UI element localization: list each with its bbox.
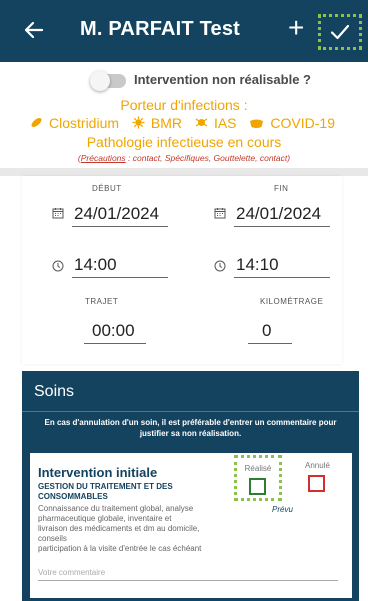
prevu-label: Prévu	[272, 505, 293, 514]
fin-time-underline	[234, 277, 330, 278]
soin-description: Connaissance du traitement global, analy…	[38, 504, 238, 554]
trajet-underline	[84, 343, 146, 344]
debut-date-input[interactable]: 24/01/2024	[74, 204, 159, 224]
fin-time-input[interactable]: 14:10	[236, 255, 279, 275]
germ-icon	[195, 118, 208, 127]
precautions-link[interactable]: Précautions	[81, 153, 126, 163]
infection-list: Clostridium BMR IAS COVID-19	[0, 115, 368, 131]
infection-item: Clostridium	[30, 115, 122, 131]
infection-label: IAS	[213, 115, 237, 131]
comment-input[interactable]	[38, 565, 338, 581]
infection-label: Clostridium	[49, 115, 120, 131]
debut-time-underline	[72, 277, 168, 278]
pathology-label: Pathologie infectieuse en cours	[86, 134, 282, 150]
debut-time-input[interactable]: 14:00	[74, 255, 117, 275]
km-input[interactable]: 0	[262, 321, 271, 341]
soins-divider	[22, 411, 359, 412]
mask-icon	[250, 119, 264, 128]
infection-label: COVID-19	[270, 115, 335, 131]
calendar-icon	[52, 206, 64, 224]
soin-title: Intervention initiale	[38, 465, 158, 480]
fin-label: FIN	[274, 184, 289, 193]
clock-icon	[214, 259, 226, 277]
precautions-text: (Précautions : contact, Spécifiques, Gou…	[0, 153, 368, 163]
annule-label: Annulé	[305, 461, 330, 470]
soin-card: Intervention initiale GESTION DU TRAITEM…	[30, 453, 352, 598]
soin-subtitle: GESTION DU TRAITEMENT ET DES CONSOMMABLE…	[38, 482, 173, 501]
soin-description-line: participation à la visite d'entrée le ca…	[38, 544, 202, 553]
precautions-list: : contact, Spécifiques, Gouttelette, con…	[125, 153, 291, 163]
soin-description-line: Connaissance du traitement global, analy…	[38, 504, 194, 513]
calendar-icon	[214, 206, 226, 224]
soins-panel: Soins En cas d'annulation d'un soin, il …	[22, 371, 359, 601]
clock-icon	[52, 259, 64, 277]
check-icon	[330, 24, 350, 40]
soin-description-line: conseils	[38, 534, 67, 543]
soin-description-line: livraison des médicaments et dm au domic…	[38, 524, 200, 533]
non-realisable-toggle[interactable]	[90, 71, 126, 91]
back-arrow-icon[interactable]	[20, 16, 48, 44]
trajet-label: TRAJET	[85, 297, 119, 306]
realise-option[interactable]: Réalisé	[234, 455, 282, 501]
virus-icon	[132, 116, 145, 129]
non-realisable-label: Intervention non réalisable ?	[134, 72, 311, 87]
infection-panel: Intervention non réalisable ? Porteur d'…	[0, 62, 368, 172]
realise-checkbox[interactable]	[249, 478, 266, 495]
page-title: M. PARFAIT Test	[80, 18, 241, 40]
soins-note: En cas d'annulation d'un soin, il est pr…	[44, 418, 337, 438]
bacteria-icon	[31, 118, 42, 127]
realise-label: Réalisé	[244, 464, 272, 473]
add-button[interactable]: +	[288, 14, 304, 42]
soin-description-line: pharmaceutique globale, inventaire et	[38, 514, 172, 523]
validate-button[interactable]	[318, 14, 362, 50]
app-header: M. PARFAIT Test +	[0, 0, 368, 62]
infection-item: COVID-19	[249, 115, 338, 131]
infection-item: IAS	[195, 115, 240, 131]
fin-date-input[interactable]: 24/01/2024	[236, 204, 321, 224]
fin-date-underline	[234, 226, 330, 227]
infection-item: BMR	[132, 115, 185, 131]
soins-title: Soins	[34, 383, 75, 400]
annule-checkbox[interactable]	[308, 475, 325, 492]
km-label: KILOMÉTRAGE	[260, 297, 324, 306]
section-divider	[0, 168, 368, 176]
infection-label: BMR	[150, 115, 183, 131]
debut-date-underline	[72, 226, 168, 227]
trajet-input[interactable]: 00:00	[92, 321, 135, 341]
debut-label: DÉBUT	[92, 184, 122, 193]
km-underline	[248, 343, 292, 344]
infection-heading: Porteur d'infections :	[120, 97, 248, 113]
toggle-knob[interactable]	[90, 71, 110, 91]
schedule-panel: DÉBUT FIN 24/01/2024 24/01/2024 14:00 14…	[22, 176, 342, 364]
